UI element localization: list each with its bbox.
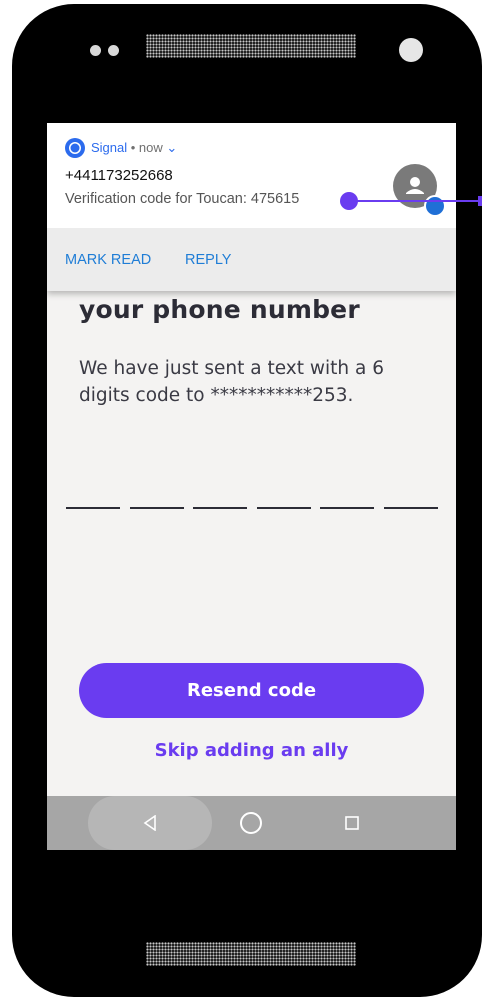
notification-message: Verification code for Toucan: 475615 (65, 191, 300, 207)
signal-notification[interactable]: Signal • now ⌄ +441173252668 Verificatio… (47, 123, 456, 291)
page-title: your phone number (79, 295, 360, 324)
home-icon (240, 812, 262, 834)
recents-button[interactable] (337, 796, 367, 850)
instruction-text: We have just sent a text with a 6 digits… (79, 358, 384, 406)
notification-header: Signal • now ⌄ (91, 140, 177, 156)
sensor-dot-1 (90, 45, 101, 56)
back-icon (143, 815, 156, 831)
top-speaker-grille (146, 34, 356, 58)
header-separator: • (127, 140, 139, 155)
annotation-pointer-end (478, 196, 482, 206)
chevron-down-icon[interactable]: ⌄ (166, 140, 177, 155)
annotation-pointer-line (350, 200, 482, 202)
code-digit-4[interactable] (256, 507, 311, 509)
home-button[interactable] (233, 796, 269, 850)
code-digit-2[interactable] (129, 507, 184, 509)
bottom-speaker-grille (146, 942, 356, 966)
notification-actions: MARK READ REPLY (47, 228, 456, 291)
notification-sender: +441173252668 (65, 167, 173, 184)
notification-app-name: Signal (91, 140, 128, 155)
signal-logo-icon (65, 138, 85, 158)
system-nav-bar (47, 796, 456, 850)
mark-read-action[interactable]: MARK READ (65, 252, 151, 268)
reply-badge-icon (424, 195, 446, 217)
code-digit-5[interactable] (320, 507, 375, 509)
back-button[interactable] (133, 796, 167, 850)
phone-screen: your phone number We have just sent a te… (47, 123, 456, 850)
code-digit-3[interactable] (193, 507, 248, 509)
front-camera (399, 38, 423, 62)
skip-ally-link[interactable]: Skip adding an ally (47, 740, 456, 761)
code-digit-6[interactable] (383, 507, 438, 509)
sensor-dot-2 (108, 45, 119, 56)
resend-code-button[interactable]: Resend code (79, 663, 424, 718)
reply-action[interactable]: REPLY (185, 252, 231, 268)
code-digit-1[interactable] (66, 507, 120, 509)
code-input[interactable] (66, 507, 438, 509)
notification-time: now (138, 140, 163, 155)
annotation-pointer-dot (340, 192, 358, 210)
recents-icon (345, 816, 359, 830)
